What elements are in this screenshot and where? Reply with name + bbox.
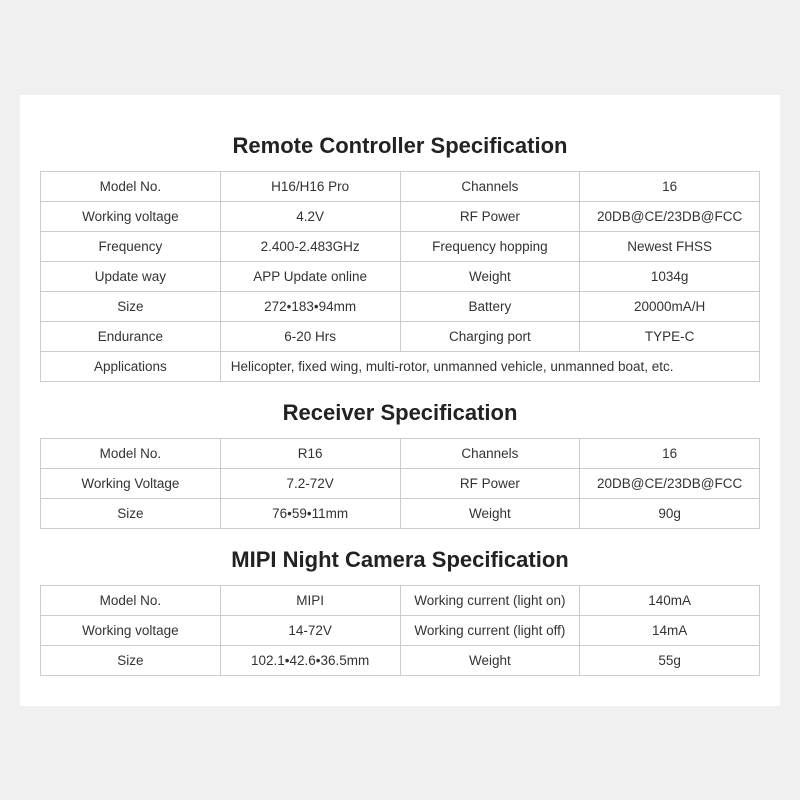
table-cell-value: 102.1•42.6•36.5mm [220,645,400,675]
table-cell-label: Endurance [41,321,221,351]
table-cell-value: 7.2-72V [220,468,400,498]
table-cell-label: Applications [41,351,221,381]
table-cell-value: 4.2V [220,201,400,231]
table-cell-value: Newest FHSS [580,231,760,261]
table-cell-value: 90g [580,498,760,528]
table-cell-value: 14mA [580,615,760,645]
remote-controller-table: Model No.H16/H16 ProChannels16 Working vo… [40,171,760,382]
table-cell-label: Model No. [41,585,221,615]
table-cell-label: Weight [400,498,580,528]
page-container: Remote Controller Specification Model No… [20,95,780,706]
table-cell-value: Helicopter, fixed wing, multi-rotor, unm… [220,351,759,381]
table-cell-label: RF Power [400,201,580,231]
receiver-section: Receiver Specification Model No.R16Chann… [40,400,760,529]
table-cell-label: Frequency hopping [400,231,580,261]
table-cell-value: TYPE-C [580,321,760,351]
table-cell-label: Battery [400,291,580,321]
table-cell-label: Weight [400,261,580,291]
receiver-table: Model No.R16Channels16 Working Voltage7.2… [40,438,760,529]
camera-section: MIPI Night Camera Specification Model No… [40,547,760,676]
table-cell-label: Working voltage [41,615,221,645]
table-cell-label: Size [41,291,221,321]
table-cell-label: Frequency [41,231,221,261]
table-cell-label: Model No. [41,171,221,201]
table-cell-value: 55g [580,645,760,675]
table-cell-label: Channels [400,171,580,201]
remote-controller-section: Remote Controller Specification Model No… [40,133,760,382]
remote-controller-title: Remote Controller Specification [40,133,760,159]
table-cell-value: 16 [580,171,760,201]
table-cell-label: Working current (light on) [400,585,580,615]
table-cell-label: Working Voltage [41,468,221,498]
table-cell-label: RF Power [400,468,580,498]
table-cell-label: Working current (light off) [400,615,580,645]
table-cell-value: 76•59•11mm [220,498,400,528]
table-cell-value: 20DB@CE/23DB@FCC [580,468,760,498]
table-cell-value: APP Update online [220,261,400,291]
table-cell-value: 20DB@CE/23DB@FCC [580,201,760,231]
table-cell-label: Size [41,498,221,528]
table-cell-value: H16/H16 Pro [220,171,400,201]
table-cell-value: 6-20 Hrs [220,321,400,351]
table-cell-value: 1034g [580,261,760,291]
camera-title: MIPI Night Camera Specification [40,547,760,573]
table-cell-label: Update way [41,261,221,291]
table-cell-value: 2.400-2.483GHz [220,231,400,261]
receiver-title: Receiver Specification [40,400,760,426]
table-cell-value: R16 [220,438,400,468]
table-cell-value: 272•183•94mm [220,291,400,321]
table-cell-value: 16 [580,438,760,468]
table-cell-value: 14-72V [220,615,400,645]
table-cell-value: MIPI [220,585,400,615]
table-cell-value: 20000mA/H [580,291,760,321]
table-cell-value: 140mA [580,585,760,615]
camera-table: Model No.MIPIWorking current (light on)1… [40,585,760,676]
table-cell-label: Size [41,645,221,675]
table-cell-label: Working voltage [41,201,221,231]
table-cell-label: Channels [400,438,580,468]
table-cell-label: Weight [400,645,580,675]
table-cell-label: Charging port [400,321,580,351]
table-cell-label: Model No. [41,438,221,468]
